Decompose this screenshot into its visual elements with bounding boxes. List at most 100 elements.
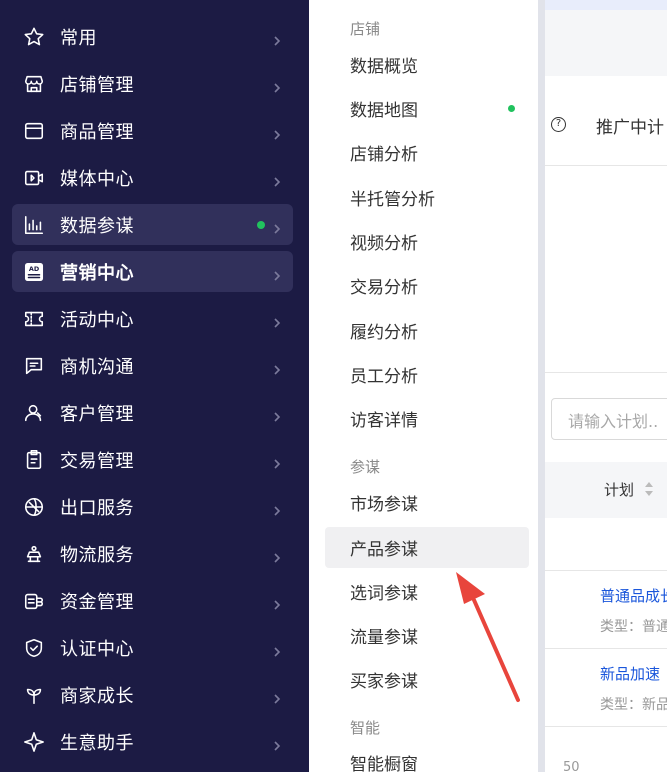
sidebar-item-2[interactable]: 商品管理 <box>12 110 293 151</box>
shield-icon <box>22 636 46 660</box>
sidebar-item-label: 商家成长 <box>60 685 134 707</box>
submenu-item[interactable]: 员工分析 <box>325 354 529 395</box>
submenu-item-label: 智能橱窗 <box>350 755 418 772</box>
row-divider <box>545 726 667 727</box>
chevron-right-icon <box>271 313 283 328</box>
sprout-icon <box>22 683 46 707</box>
submenu-item[interactable]: 智能橱窗 <box>325 742 529 772</box>
search-placeholder: 请输入计划.. <box>568 412 659 431</box>
chevron-right-icon <box>271 31 283 46</box>
submenu-item[interactable]: 流量参谋 <box>325 615 529 656</box>
submenu-item-label: 员工分析 <box>350 367 418 387</box>
panel-divider[interactable] <box>538 0 545 772</box>
chevron-right-icon <box>271 407 283 422</box>
sidebar-item-13[interactable]: 认证中心 <box>12 627 293 668</box>
sidebar-item-label: 物流服务 <box>60 544 134 566</box>
submenu-item-label: 买家参谋 <box>350 672 418 692</box>
submenu-item-label: 数据概览 <box>350 57 418 77</box>
sidebar-item-label: 店铺管理 <box>60 74 134 96</box>
sidebar-item-15[interactable]: 生意助手 <box>12 721 293 762</box>
plan-name-link[interactable]: 普通品成长 <box>600 585 667 606</box>
truck-icon <box>22 542 46 566</box>
submenu-item-label: 视频分析 <box>350 234 418 254</box>
sidebar-item-10[interactable]: 出口服务 <box>12 486 293 527</box>
divider-line <box>545 165 667 166</box>
submenu-group-title: 智能 <box>350 719 381 737</box>
sidebar-item-label: 商品管理 <box>60 121 134 143</box>
sidebar-item-label: 生意助手 <box>60 732 134 754</box>
sidebar-item-0[interactable]: 常用 <box>12 16 293 57</box>
submenu-item[interactable]: 选词参谋 <box>325 571 529 612</box>
globe-icon <box>22 495 46 519</box>
store-icon <box>22 72 46 96</box>
submenu-item[interactable]: 数据地图 <box>325 88 529 129</box>
submenu-item[interactable]: 交易分析 <box>325 265 529 306</box>
sidebar-item-label: 客户管理 <box>60 403 134 425</box>
submenu-item-label: 市场参谋 <box>350 495 418 515</box>
submenu-item-label: 访客详情 <box>350 411 418 431</box>
sidebar-item-label: 认证中心 <box>60 638 134 660</box>
submenu-item-label: 数据地图 <box>350 101 418 121</box>
help-icon[interactable]: ? <box>551 117 566 132</box>
submenu-item[interactable]: 半托管分析 <box>325 177 529 218</box>
ad-icon: AD <box>22 260 46 284</box>
sort-icon[interactable] <box>644 481 654 497</box>
table-header: 计划 <box>545 462 667 518</box>
sidebar-item-label: 商机沟通 <box>60 356 134 378</box>
plan-type: 类型：普通 <box>600 619 667 635</box>
sidebar-item-5[interactable]: AD 营销中心 <box>12 251 293 292</box>
submenu-item-label: 选词参谋 <box>350 584 418 604</box>
product-icon <box>22 119 46 143</box>
star-icon <box>22 25 46 49</box>
ticket-icon <box>22 307 46 331</box>
submenu-item[interactable]: 店铺分析 <box>325 132 529 173</box>
submenu-item[interactable]: 履约分析 <box>325 310 529 351</box>
chevron-right-icon <box>271 78 283 93</box>
bar-chart-icon <box>22 213 46 237</box>
sidebar-item-12[interactable]: 资金管理 <box>12 580 293 621</box>
submenu-item-label: 店铺分析 <box>350 145 418 165</box>
plan-type: 类型：新品 <box>600 697 667 713</box>
submenu-item[interactable]: 访客详情 <box>325 398 529 439</box>
sidebar-item-1[interactable]: 店铺管理 <box>12 63 293 104</box>
sidebar-item-label: 营销中心 <box>60 262 134 284</box>
sidebar-item-9[interactable]: 交易管理 <box>12 439 293 480</box>
sidebar-item-11[interactable]: 物流服务 <box>12 533 293 574</box>
sidebar-item-label: 数据参谋 <box>60 215 134 237</box>
plan-name-link[interactable]: 新品加速 <box>600 663 660 684</box>
app-root: 常用店铺管理商品管理媒体中心数据参谋 AD 营销中心活动中心商机沟通客户管理交易管理… <box>0 0 667 772</box>
submenu-item[interactable]: 视频分析 <box>325 221 529 262</box>
sidebar-item-3[interactable]: 媒体中心 <box>12 157 293 198</box>
status-dot <box>257 220 265 229</box>
row-divider <box>545 648 667 649</box>
chevron-right-icon <box>271 219 283 234</box>
sidebar-item-7[interactable]: 商机沟通 <box>12 345 293 386</box>
sidebar-item-4[interactable]: 数据参谋 <box>12 204 293 245</box>
submenu-item[interactable]: 数据概览 <box>325 44 529 85</box>
message-icon <box>22 354 46 378</box>
sidebar-item-6[interactable]: 活动中心 <box>12 298 293 339</box>
submenu-item[interactable]: 产品参谋 <box>325 527 529 568</box>
pagination-size[interactable]: 50 <box>563 760 580 772</box>
sidebar-item-14[interactable]: 商家成长 <box>12 674 293 715</box>
sidebar-item-label: 媒体中心 <box>60 168 134 190</box>
submenu-item-label: 产品参谋 <box>350 540 418 560</box>
chevron-right-icon <box>271 501 283 516</box>
submenu-item[interactable]: 买家参谋 <box>325 659 529 700</box>
submenu-item-label: 流量参谋 <box>350 628 418 648</box>
sidebar-item-label: 常用 <box>60 27 97 49</box>
clipboard-icon <box>22 448 46 472</box>
sidebar-item-label: 活动中心 <box>60 309 134 331</box>
column-header-plan[interactable]: 计划 <box>604 479 634 500</box>
submenu-group-title: 参谋 <box>350 458 381 476</box>
plan-search-input[interactable]: 请输入计划.. <box>551 398 667 440</box>
sidebar-item-label: 交易管理 <box>60 450 134 472</box>
sidebar-item-8[interactable]: 客户管理 <box>12 392 293 433</box>
chevron-right-icon <box>271 548 283 563</box>
submenu-item[interactable]: 市场参谋 <box>325 482 529 523</box>
media-icon <box>22 166 46 190</box>
main-sidebar: 常用店铺管理商品管理媒体中心数据参谋 AD 营销中心活动中心商机沟通客户管理交易管理… <box>0 0 309 772</box>
chevron-right-icon <box>271 172 283 187</box>
divider-line <box>545 372 667 373</box>
submenu-item-label: 履约分析 <box>350 323 418 343</box>
